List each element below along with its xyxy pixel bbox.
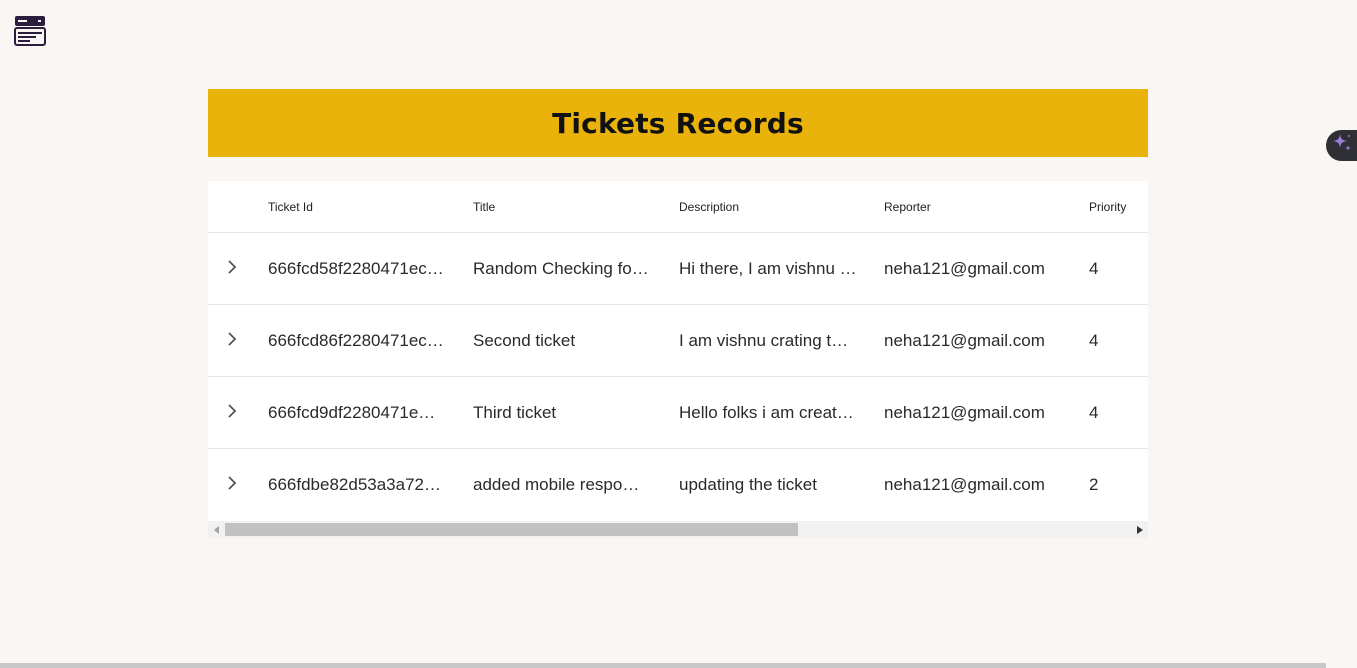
cell-title: added mobile respo… bbox=[473, 475, 640, 494]
cell-title: Random Checking fo… bbox=[473, 259, 649, 278]
column-header-reporter[interactable]: Reporter bbox=[884, 200, 931, 214]
cell-ticket-id: 666fdbe82d53a3a72… bbox=[268, 475, 441, 494]
cell-description: Hello folks i am creat… bbox=[679, 403, 854, 422]
cell-reporter: neha121@gmail.com bbox=[884, 331, 1045, 350]
chevron-right-icon[interactable] bbox=[222, 449, 242, 520]
arrow-left-icon[interactable] bbox=[208, 521, 225, 538]
page: Tickets Records Ticket Id Title Descript… bbox=[0, 0, 1357, 668]
table-row[interactable]: 666fcd86f2280471ec… Second ticket I am v… bbox=[208, 305, 1148, 377]
cell-ticket-id: 666fcd58f2280471ec… bbox=[268, 259, 444, 278]
tickets-table: Ticket Id Title Description Reporter Pri… bbox=[208, 181, 1148, 538]
chevron-right-icon[interactable] bbox=[222, 377, 242, 448]
page-horizontal-scrollbar[interactable] bbox=[0, 663, 1326, 668]
cell-priority: 4 bbox=[1089, 259, 1099, 278]
column-header-ticket-id[interactable]: Ticket Id bbox=[268, 200, 313, 214]
sparkle-icon bbox=[1330, 131, 1354, 160]
table-row[interactable]: 666fcd58f2280471ec… Random Checking fo… … bbox=[208, 233, 1148, 305]
cell-priority: 4 bbox=[1089, 331, 1099, 350]
server-list-icon[interactable] bbox=[14, 15, 46, 46]
cell-title: Second ticket bbox=[473, 331, 576, 350]
cell-description: I am vishnu crating t… bbox=[679, 331, 849, 350]
column-header-description[interactable]: Description bbox=[679, 200, 739, 214]
cell-title: Third ticket bbox=[473, 403, 557, 422]
cell-priority: 4 bbox=[1089, 403, 1099, 422]
page-header-banner: Tickets Records bbox=[208, 89, 1148, 157]
scrollbar-thumb[interactable] bbox=[225, 523, 798, 536]
page-title: Tickets Records bbox=[552, 106, 804, 140]
cell-description: Hi there, I am vishnu … bbox=[679, 259, 857, 278]
column-header-priority[interactable]: Priority bbox=[1089, 200, 1126, 214]
cell-ticket-id: 666fcd9df2280471e… bbox=[268, 403, 436, 422]
table-horizontal-scrollbar[interactable] bbox=[208, 521, 1148, 538]
cell-reporter: neha121@gmail.com bbox=[884, 403, 1045, 422]
cell-reporter: neha121@gmail.com bbox=[884, 475, 1045, 494]
cell-reporter: neha121@gmail.com bbox=[884, 259, 1045, 278]
column-header-title[interactable]: Title bbox=[473, 200, 495, 214]
table-header-row: Ticket Id Title Description Reporter Pri… bbox=[208, 181, 1148, 233]
cell-ticket-id: 666fcd86f2280471ec… bbox=[268, 331, 444, 350]
table-row[interactable]: 666fcd9df2280471e… Third ticket Hello fo… bbox=[208, 377, 1148, 449]
arrow-right-icon[interactable] bbox=[1131, 521, 1148, 538]
assistant-button[interactable] bbox=[1326, 130, 1357, 161]
chevron-right-icon[interactable] bbox=[222, 305, 242, 376]
table-row[interactable]: 666fdbe82d53a3a72… added mobile respo… u… bbox=[208, 449, 1148, 520]
cell-priority: 2 bbox=[1089, 475, 1099, 494]
chevron-right-icon[interactable] bbox=[222, 233, 242, 304]
cell-description: updating the ticket bbox=[679, 475, 817, 494]
